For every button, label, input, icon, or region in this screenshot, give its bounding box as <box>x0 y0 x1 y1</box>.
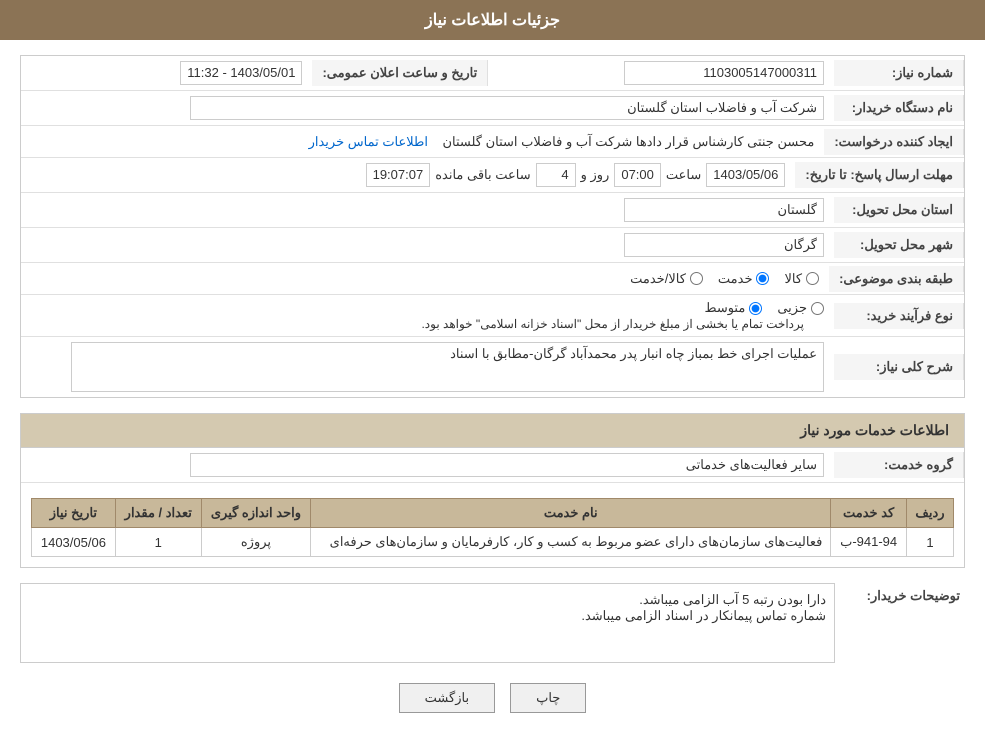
category-option-kala-khedmat: کالا/خدمت <box>630 271 703 287</box>
table-row: 1 941-94-ب فعالیت‌های سازمان‌های دارای ع… <box>32 528 954 557</box>
purchase-radio-jozi[interactable] <box>811 302 824 315</box>
description-row: شرح کلی نیاز: عملیات اجرای خط بمباز چاه … <box>21 337 964 397</box>
purchase-label-jozi: جزیی <box>777 300 807 316</box>
buyer-org-value: شرکت آب و فاضلاب استان گلستان <box>21 91 834 125</box>
back-button[interactable]: بازگشت <box>399 683 495 713</box>
creator-label: ایجاد کننده درخواست: <box>824 129 964 155</box>
reply-time-label: ساعت <box>666 167 701 183</box>
purchase-type-radio-group: جزیی متوسط <box>31 300 824 316</box>
city-value: گرگان <box>21 228 834 262</box>
creator-contact-link[interactable]: اطلاعات تماس خریدار <box>309 134 428 149</box>
purchase-label-motavasset: متوسط <box>704 300 745 316</box>
category-label-kala-khedmat: کالا/خدمت <box>630 271 686 287</box>
category-option-kala: کالا <box>784 271 819 287</box>
purchase-note: پرداخت تمام یا بخشی از مبلغ خریدار از مح… <box>421 317 804 331</box>
creator-row: ایجاد کننده درخواست: محسن جنتی کارشناس ق… <box>21 126 964 158</box>
reply-remaining-label: ساعت باقی مانده <box>435 167 530 183</box>
col-header-unit: واحد اندازه گیری <box>201 499 310 528</box>
announcement-date-field: 1403/05/01 - 11:32 <box>180 61 302 85</box>
reply-day-label: روز و <box>581 167 610 183</box>
services-table: ردیف کد خدمت نام خدمت واحد اندازه گیری ت… <box>31 498 954 557</box>
purchase-option-motavasset: متوسط <box>704 300 762 316</box>
service-group-label: گروه خدمت: <box>834 452 964 478</box>
services-section-title: اطلاعات خدمات مورد نیاز <box>21 414 964 448</box>
buyer-desc-label: توضیحات خریدار: <box>835 583 965 604</box>
creator-value: محسن جنتی کارشناس قرار دادها شرکت آب و ف… <box>21 129 824 155</box>
reply-deadline-label: مهلت ارسال پاسخ: تا تاریخ: <box>795 162 964 188</box>
category-row: طبقه بندی موضوعی: کالا خدمت <box>21 263 964 295</box>
cell-qty: 1 <box>115 528 201 557</box>
purchase-radio-motavasset[interactable] <box>749 302 762 315</box>
category-radio-kala-khedmat[interactable] <box>690 272 703 285</box>
need-number-label: شماره نیاز: <box>834 60 964 86</box>
category-radio-khedmat[interactable] <box>756 272 769 285</box>
description-field: عملیات اجرای خط بمباز چاه انبار پدر محمد… <box>71 342 824 392</box>
announcement-date-label: تاریخ و ساعت اعلان عمومی: <box>312 60 488 86</box>
buyer-desc-section: توضیحات خریدار: دارا بودن رتبه 5 آب الزا… <box>20 583 965 663</box>
need-number-row: شماره نیاز: 1103005147000311 تاریخ و ساع… <box>21 56 964 91</box>
col-header-name: نام خدمت <box>311 499 831 528</box>
need-number-value: 1103005147000311 <box>488 56 834 90</box>
col-header-qty: تعداد / مقدار <box>115 499 201 528</box>
reply-date-field: 1403/05/06 <box>706 163 785 187</box>
col-header-row: ردیف <box>906 499 953 528</box>
category-label-kala: کالا <box>784 271 802 287</box>
category-value: کالا خدمت کالا/خدمت <box>21 266 829 292</box>
province-field: گلستان <box>624 198 824 222</box>
cell-unit: پروژه <box>201 528 310 557</box>
col-header-date: تاریخ نیاز <box>32 499 116 528</box>
reply-days-field: 4 <box>536 163 576 187</box>
category-label: طبقه بندی موضوعی: <box>829 266 964 292</box>
buyer-desc-field: دارا بودن رتبه 5 آب الزامی میباشد.شماره … <box>20 583 835 663</box>
description-value: عملیات اجرای خط بمباز چاه انبار پدر محمد… <box>21 337 834 397</box>
reply-remaining-field: 19:07:07 <box>366 163 431 187</box>
city-row: شهر محل تحویل: گرگان <box>21 228 964 263</box>
purchase-type-value: جزیی متوسط پرداخت تمام یا بخشی از مبلغ خ… <box>21 295 834 336</box>
services-section: اطلاعات خدمات مورد نیاز گروه خدمت: سایر … <box>20 413 965 568</box>
reply-deadline-row: مهلت ارسال پاسخ: تا تاریخ: 1403/05/06 سا… <box>21 158 964 193</box>
cell-date: 1403/05/06 <box>32 528 116 557</box>
main-info-section: شماره نیاز: 1103005147000311 تاریخ و ساع… <box>20 55 965 398</box>
category-label-khedmat: خدمت <box>718 271 753 287</box>
reply-deadline-value: 1403/05/06 ساعت 07:00 روز و 4 ساعت باقی … <box>21 158 795 192</box>
col-header-code: کد خدمت <box>831 499 907 528</box>
city-field: گرگان <box>624 233 824 257</box>
reply-time-field: 07:00 <box>614 163 661 187</box>
category-radio-group: کالا خدمت کالا/خدمت <box>31 271 819 287</box>
description-label: شرح کلی نیاز: <box>834 354 964 380</box>
cell-name: فعالیت‌های سازمان‌های دارای عضو مربوط به… <box>311 528 831 557</box>
province-label: استان محل تحویل: <box>834 197 964 223</box>
cell-code: 941-94-ب <box>831 528 907 557</box>
category-radio-kala[interactable] <box>806 272 819 285</box>
print-button[interactable]: چاپ <box>510 683 586 713</box>
buyer-org-label: نام دستگاه خریدار: <box>834 95 964 121</box>
service-group-field: سایر فعالیت‌های خدماتی <box>190 453 824 477</box>
need-number-field: 1103005147000311 <box>624 61 824 85</box>
category-option-khedmat: خدمت <box>718 271 770 287</box>
buyer-org-row: نام دستگاه خریدار: شرکت آب و فاضلاب استا… <box>21 91 964 126</box>
buyer-org-field: شرکت آب و فاضلاب استان گلستان <box>190 96 824 120</box>
purchase-type-label: نوع فرآیند خرید: <box>834 303 964 329</box>
page-title: جزئیات اطلاعات نیاز <box>0 0 985 40</box>
service-group-row: گروه خدمت: سایر فعالیت‌های خدماتی <box>21 448 964 483</box>
announcement-date-value: 1403/05/01 - 11:32 <box>21 56 312 90</box>
city-label: شهر محل تحویل: <box>834 232 964 258</box>
creator-text: محسن جنتی کارشناس قرار دادها شرکت آب و ف… <box>442 134 814 149</box>
button-row: چاپ بازگشت <box>20 683 965 713</box>
purchase-option-jozi: جزیی <box>777 300 824 316</box>
buyer-desc-value: دارا بودن رتبه 5 آب الزامی میباشد.شماره … <box>20 583 835 663</box>
service-group-value: سایر فعالیت‌های خدماتی <box>21 448 834 482</box>
services-table-wrapper: ردیف کد خدمت نام خدمت واحد اندازه گیری ت… <box>21 483 964 567</box>
cell-row: 1 <box>906 528 953 557</box>
province-row: استان محل تحویل: گلستان <box>21 193 964 228</box>
purchase-type-row: نوع فرآیند خرید: جزیی متوسط پرداخت تمام … <box>21 295 964 337</box>
province-value: گلستان <box>21 193 834 227</box>
